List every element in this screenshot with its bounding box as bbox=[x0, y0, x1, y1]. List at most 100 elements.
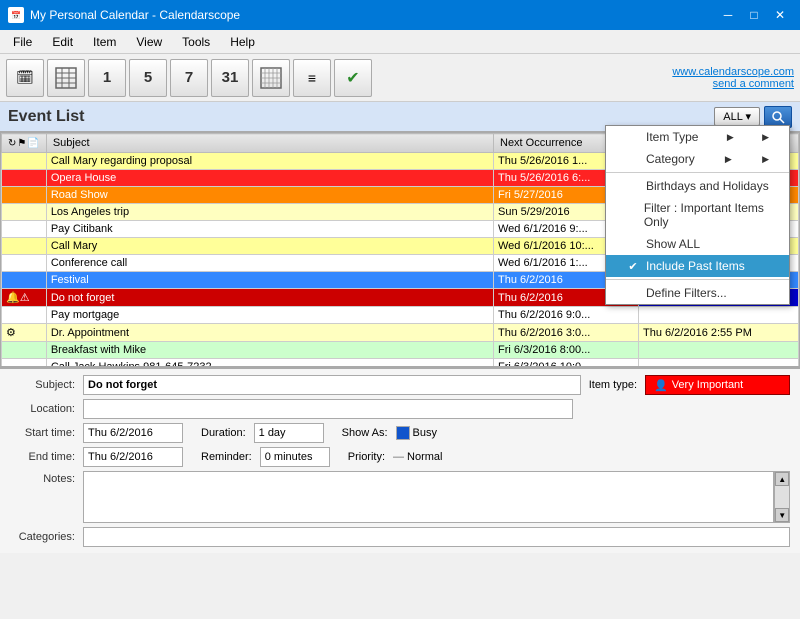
menu-item-birthdays-and-holidays[interactable]: Birthdays and Holidays bbox=[606, 175, 789, 197]
col-subject: Subject bbox=[46, 134, 493, 153]
row-subject[interactable]: Call Jack Hawkins 981-645-7232 bbox=[46, 359, 493, 368]
menu-help[interactable]: Help bbox=[221, 32, 264, 52]
row-extra bbox=[639, 342, 799, 359]
list-view-button[interactable]: ≡ bbox=[293, 59, 331, 97]
close-button[interactable]: ✕ bbox=[768, 5, 792, 25]
table-row[interactable]: Pay mortgageThu 6/2/2016 9:0... bbox=[2, 307, 799, 324]
row-extra bbox=[639, 359, 799, 368]
row-icons bbox=[2, 170, 47, 187]
categories-label: Categories: bbox=[10, 531, 75, 543]
comment-link[interactable]: send a comment bbox=[672, 78, 794, 90]
subject-input[interactable] bbox=[83, 375, 581, 395]
subject-label: Subject: bbox=[10, 379, 75, 391]
event-list-title: Event List bbox=[8, 108, 84, 126]
minimize-button[interactable]: ─ bbox=[716, 5, 740, 25]
menu-separator bbox=[606, 172, 789, 173]
priority-value: Normal bbox=[407, 451, 442, 463]
tasks-button[interactable]: ✔ bbox=[334, 59, 372, 97]
menu-item-category[interactable]: Category ▶ bbox=[606, 148, 789, 170]
menu-item[interactable]: Item bbox=[84, 32, 125, 52]
row-extra bbox=[639, 307, 799, 324]
table-row[interactable]: Call Jack Hawkins 981-645-7232Fri 6/3/20… bbox=[2, 359, 799, 368]
row-icons bbox=[2, 359, 47, 368]
row-subject[interactable]: Pay mortgage bbox=[46, 307, 493, 324]
location-input[interactable] bbox=[83, 399, 573, 419]
duration-input[interactable] bbox=[254, 423, 324, 443]
window-controls: ─ □ ✕ bbox=[716, 5, 792, 25]
week-view-button[interactable] bbox=[47, 59, 85, 97]
new-event-button[interactable]: 🗓 bbox=[6, 59, 44, 97]
row-subject[interactable]: Dr. Appointment bbox=[46, 324, 493, 342]
all-filter-button[interactable]: ALL ▾ bbox=[714, 107, 760, 126]
menu-item-label: Define Filters... bbox=[646, 286, 727, 300]
location-label: Location: bbox=[10, 403, 75, 415]
row-extra: Thu 6/2/2016 2:55 PM bbox=[639, 324, 799, 342]
menu-item-include-past-items[interactable]: ✔ Include Past Items bbox=[606, 255, 789, 277]
item-type-icon: 👤 bbox=[654, 379, 668, 392]
row-subject[interactable]: Call Mary bbox=[46, 238, 493, 255]
table-row[interactable]: Breakfast with MikeFri 6/3/2016 8:00... bbox=[2, 342, 799, 359]
menu-edit[interactable]: Edit bbox=[43, 32, 82, 52]
row-subject[interactable]: Conference call bbox=[46, 255, 493, 272]
row-next: Fri 6/3/2016 10:0... bbox=[494, 359, 639, 368]
item-type-text: Very Important bbox=[672, 379, 744, 391]
start-time-input[interactable] bbox=[83, 423, 183, 443]
row-subject[interactable]: Opera House bbox=[46, 170, 493, 187]
title-bar: 📅 My Personal Calendar - Calendarscope ─… bbox=[0, 0, 800, 30]
menu-item-label: Category bbox=[646, 152, 695, 166]
toolbar: 🗓 1 5 7 31 ≡ ✔ www.calendarscope.com sen… bbox=[0, 54, 800, 102]
menu-item-label: Show ALL bbox=[646, 237, 700, 251]
menu-check-icon: ✔ bbox=[626, 260, 640, 273]
menu-item-filter--important-items-only[interactable]: Filter : Important Items Only bbox=[606, 197, 789, 233]
menu-item-label: Item Type bbox=[646, 130, 698, 144]
scroll-down[interactable]: ▼ bbox=[775, 508, 789, 522]
day7-button[interactable]: 7 bbox=[170, 59, 208, 97]
row-subject[interactable]: Los Angeles trip bbox=[46, 204, 493, 221]
row-icons bbox=[2, 307, 47, 324]
menu-tools[interactable]: Tools bbox=[173, 32, 219, 52]
row-subject[interactable]: Festival bbox=[46, 272, 493, 289]
item-type-label: Item type: bbox=[589, 379, 637, 391]
menu-separator bbox=[606, 279, 789, 280]
row-icons bbox=[2, 272, 47, 289]
menu-item-define-filters[interactable]: Define Filters... bbox=[606, 282, 789, 304]
col-icons: ↻⚑📄 bbox=[2, 134, 47, 153]
month-view-button[interactable] bbox=[252, 59, 290, 97]
row-next: Thu 6/2/2016 3:0... bbox=[494, 324, 639, 342]
menu-view[interactable]: View bbox=[127, 32, 171, 52]
categories-input[interactable] bbox=[83, 527, 790, 547]
dropdown-menu: Item Type ▶ Category ▶ Birthdays and Holiday… bbox=[605, 125, 790, 305]
menu-item-label: Include Past Items bbox=[646, 259, 745, 273]
submenu-arrow-icon: ▶ bbox=[727, 132, 734, 143]
end-time-label: End time: bbox=[10, 451, 75, 463]
priority-label: Priority: bbox=[348, 451, 385, 463]
row-subject[interactable]: Breakfast with Mike bbox=[46, 342, 493, 359]
day5-button[interactable]: 5 bbox=[129, 59, 167, 97]
submenu-arrow-icon: ▶ bbox=[725, 154, 732, 165]
website-links: www.calendarscope.com send a comment bbox=[672, 66, 794, 90]
show-as-label: Show As: bbox=[342, 427, 388, 439]
day1-button[interactable]: 1 bbox=[88, 59, 126, 97]
menu-item-show-all[interactable]: Show ALL bbox=[606, 233, 789, 255]
menu-bar: File Edit Item View Tools Help bbox=[0, 30, 800, 54]
menu-item-item-type[interactable]: Item Type ▶ bbox=[606, 126, 789, 148]
item-type-value[interactable]: 👤 Very Important bbox=[645, 375, 790, 395]
row-subject[interactable]: Road Show bbox=[46, 187, 493, 204]
row-subject[interactable]: Do not forget bbox=[46, 289, 493, 307]
reminder-label: Reminder: bbox=[201, 451, 252, 463]
day31-button[interactable]: 31 bbox=[211, 59, 249, 97]
app-icon: 📅 bbox=[8, 7, 24, 23]
table-row[interactable]: ⚙Dr. AppointmentThu 6/2/2016 3:0...Thu 6… bbox=[2, 324, 799, 342]
scroll-up[interactable]: ▲ bbox=[775, 472, 789, 486]
menu-file[interactable]: File bbox=[4, 32, 41, 52]
detail-panel: Subject: Item type: 👤 Very Important Loc… bbox=[0, 367, 800, 553]
end-time-input[interactable] bbox=[83, 447, 183, 467]
website-link[interactable]: www.calendarscope.com bbox=[672, 66, 794, 78]
row-subject[interactable]: Call Mary regarding proposal bbox=[46, 153, 493, 170]
reminder-input[interactable] bbox=[260, 447, 330, 467]
row-icons: 🔔⚠ bbox=[2, 289, 47, 307]
notes-textarea[interactable] bbox=[83, 471, 774, 523]
menu-item-label: Filter : Important Items Only bbox=[644, 201, 769, 229]
maximize-button[interactable]: □ bbox=[742, 5, 766, 25]
row-subject[interactable]: Pay Citibank bbox=[46, 221, 493, 238]
